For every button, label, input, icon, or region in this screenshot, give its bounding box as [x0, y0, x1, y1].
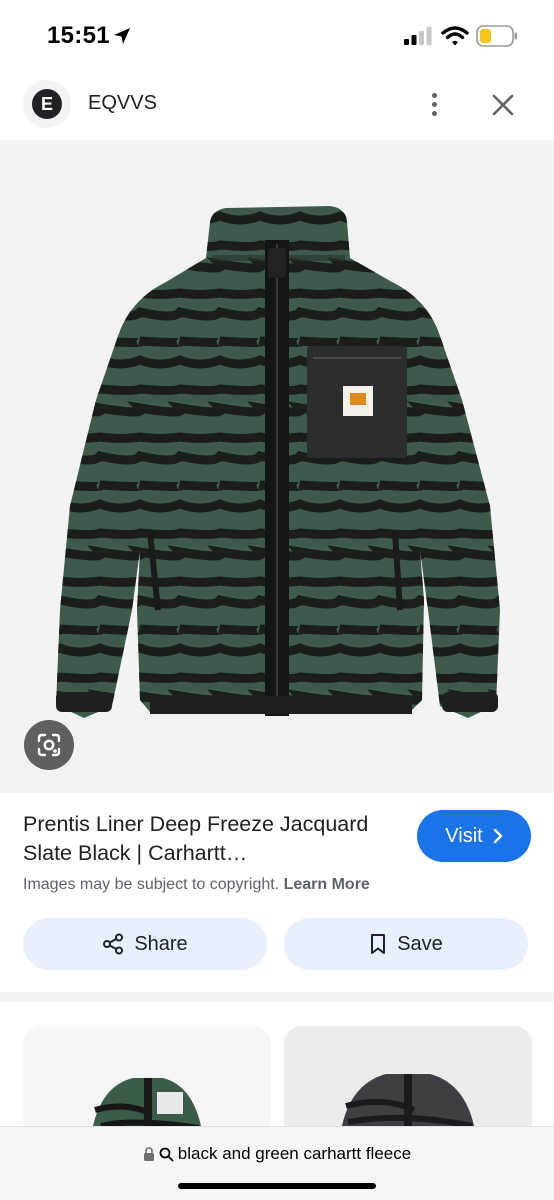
save-button[interactable]: Save: [284, 918, 528, 970]
battery-low-icon: [476, 25, 517, 47]
save-label: Save: [397, 932, 443, 955]
close-icon[interactable]: [488, 90, 518, 120]
google-lens-button[interactable]: [24, 720, 74, 770]
more-vert-icon[interactable]: [422, 88, 446, 120]
copyright-text: Images may be subject to copyright.: [23, 876, 280, 893]
wifi-icon: [441, 26, 469, 46]
share-icon: [103, 933, 124, 955]
bookmark-icon: [371, 934, 386, 954]
lock-icon: [143, 1147, 154, 1161]
fleece-stripe: [56, 211, 500, 226]
location-arrow-icon: [114, 28, 130, 44]
fleece-stripe: [56, 717, 500, 718]
url-display[interactable]: black and green carhartt fleece: [0, 1144, 554, 1164]
source-header: E EQVVS: [0, 72, 554, 138]
visit-button[interactable]: Visit: [417, 810, 531, 862]
source-name[interactable]: EQVVS: [88, 92, 157, 115]
status-bar: 15:51: [0, 0, 554, 72]
search-query-text: black and green carhartt fleece: [177, 1144, 412, 1163]
share-label: Share: [134, 932, 188, 955]
chevron-right-icon: [493, 828, 502, 844]
share-button[interactable]: Share: [23, 918, 267, 970]
google-lens-icon: [37, 733, 61, 757]
search-icon: [159, 1147, 174, 1161]
source-logo: E: [32, 89, 62, 119]
source-avatar[interactable]: E: [23, 80, 71, 128]
browser-url-bar[interactable]: black and green carhartt fleece: [0, 1126, 554, 1200]
product-image[interactable]: [0, 140, 554, 793]
section-divider: [0, 992, 554, 1002]
copyright-notice: Images may be subject to copyright. Lear…: [23, 876, 370, 894]
result-title[interactable]: Prentis Liner Deep Freeze Jacquard Slate…: [23, 810, 408, 868]
learn-more-link[interactable]: Learn More: [284, 876, 370, 893]
visit-label: Visit: [445, 824, 483, 847]
home-indicator[interactable]: [178, 1183, 376, 1189]
status-time: 15:51: [47, 22, 110, 49]
fleece-jacket-image: [56, 206, 500, 718]
cellular-signal-icon: [404, 27, 432, 45]
